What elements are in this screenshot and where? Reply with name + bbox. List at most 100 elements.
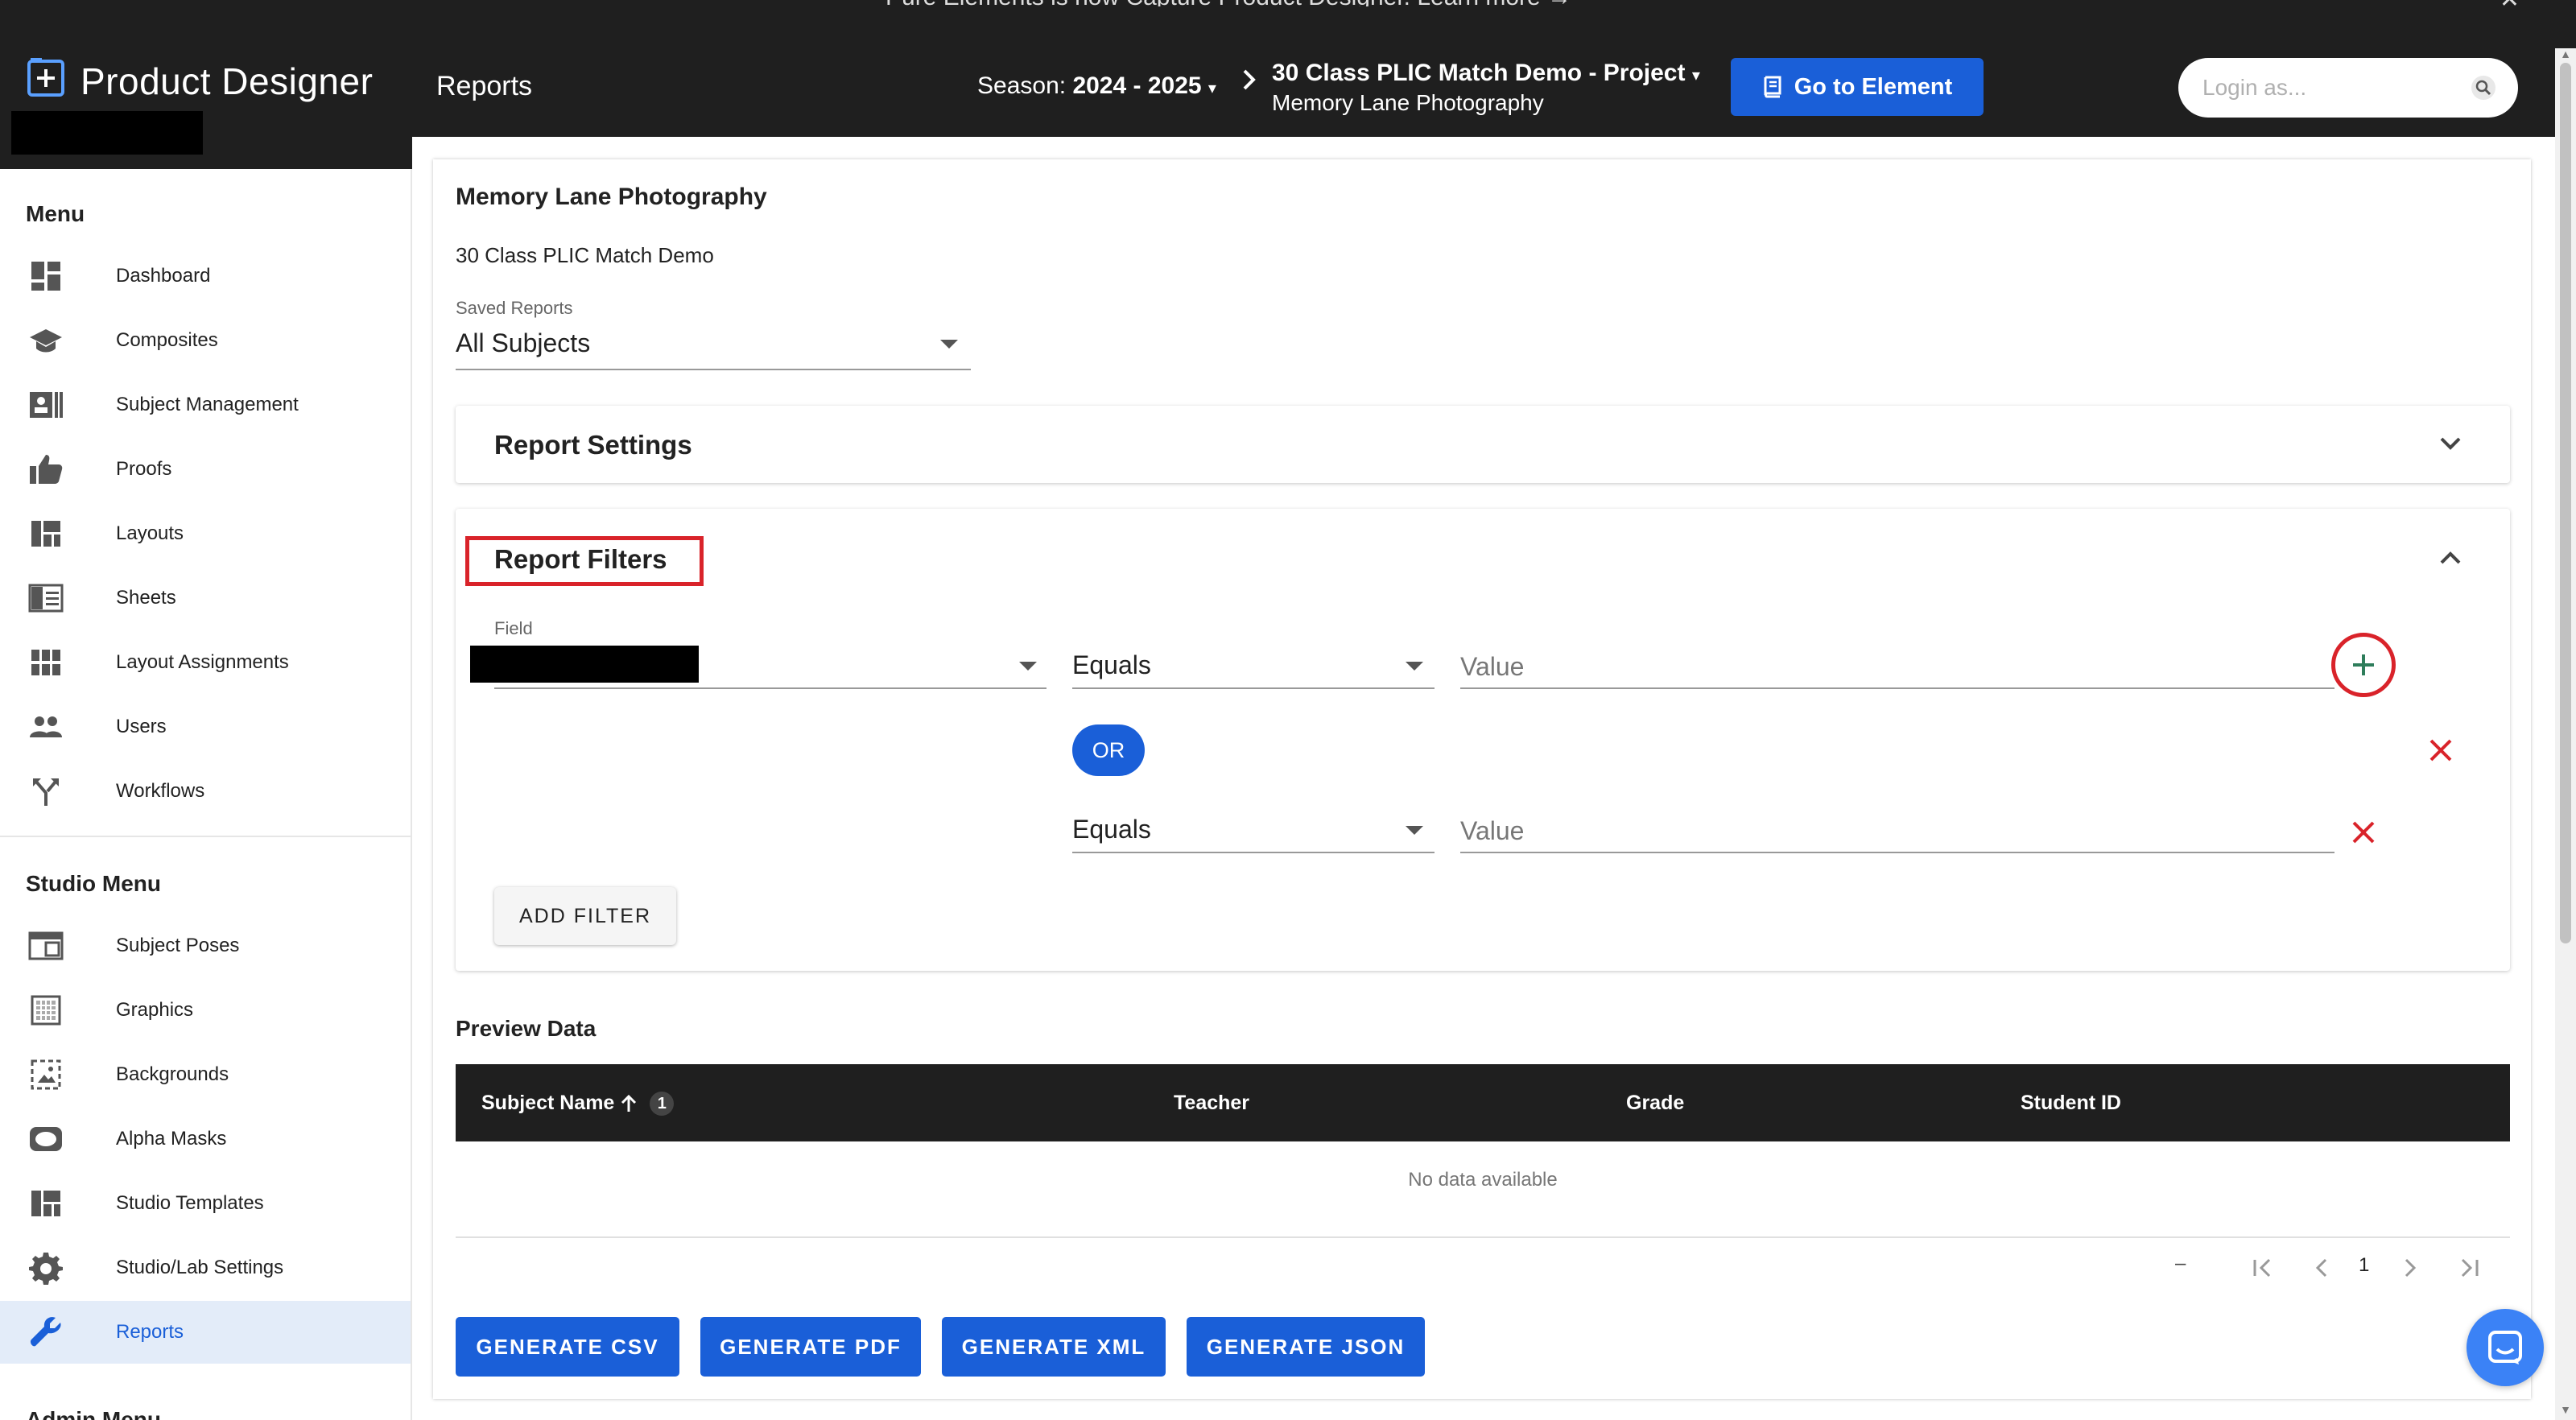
next-page-button[interactable]: [2394, 1254, 2426, 1282]
background-image-icon: [27, 1056, 64, 1093]
pager-range: –: [2175, 1253, 2186, 1274]
sidebar-item-proofs[interactable]: Proofs: [0, 438, 411, 501]
column-header-grade[interactable]: Grade: [1626, 1092, 1684, 1115]
remove-condition-button[interactable]: [2346, 815, 2381, 850]
report-settings-panel[interactable]: Report Settings: [456, 406, 2510, 483]
last-page-icon: [2461, 1258, 2479, 1278]
sidebar-item-label: Layouts: [116, 522, 184, 544]
last-page-button[interactable]: [2452, 1254, 2484, 1282]
sidebar-item-backgrounds[interactable]: Backgrounds: [0, 1043, 411, 1106]
or-chip[interactable]: OR: [1072, 724, 1145, 776]
login-as-field[interactable]: [2178, 58, 2518, 118]
scrollbar-thumb[interactable]: [2560, 63, 2571, 943]
sidebar-item-graphics[interactable]: Graphics: [0, 979, 411, 1042]
sidebar-item-label: Reports: [116, 1321, 184, 1343]
project-selector[interactable]: 30 Class PLIC Match Demo - Project ▾: [1272, 60, 1700, 87]
season-selector[interactable]: Season: 2024 - 2025 ▾: [977, 72, 1216, 100]
dropdown-caret-icon: [1406, 662, 1423, 671]
saved-reports-select[interactable]: All Subjects: [456, 322, 971, 370]
sidebar-item-label: Users: [116, 716, 167, 737]
admin-menu-heading: Admin Menu: [26, 1407, 161, 1420]
dropdown-caret-icon: [940, 340, 958, 349]
value-input[interactable]: [1460, 813, 2248, 848]
arrow-up-icon: [621, 1095, 637, 1112]
pose-frame-icon: [27, 927, 64, 964]
sidebar-item-label: Subject Management: [116, 394, 299, 415]
close-icon: [2429, 739, 2452, 762]
column-header-label: Subject Name: [481, 1092, 615, 1114]
saved-reports-label: Saved Reports: [456, 298, 573, 318]
add-condition-button[interactable]: [2331, 633, 2396, 697]
chevron-down-icon[interactable]: [2439, 436, 2462, 451]
layout-icon: [27, 515, 64, 552]
sidebar-item-reports[interactable]: Reports: [0, 1301, 411, 1364]
generate-csv-button[interactable]: GENERATE CSV: [456, 1317, 679, 1377]
sidebar-item-users[interactable]: Users: [0, 696, 411, 758]
redacted-field-value: [470, 646, 699, 683]
announcement-banner: Pure Elements is now Capture Product Des…: [0, 0, 2576, 13]
sheet-icon: [27, 580, 64, 617]
empty-table-message: No data available: [1408, 1169, 1558, 1191]
generate-xml-button[interactable]: GENERATE XML: [942, 1317, 1166, 1377]
graphics-icon: [27, 992, 64, 1029]
project-subtitle: Memory Lane Photography: [1272, 90, 1544, 115]
saved-reports-value: All Subjects: [456, 328, 591, 357]
project-title: 30 Class PLIC Match Demo - Project: [1272, 60, 1686, 86]
table-header: Subject Name 1 Teacher Grade Student ID: [456, 1064, 2510, 1141]
company-name: Memory Lane Photography: [456, 184, 767, 210]
chat-icon: [2488, 1331, 2522, 1364]
users-icon: [27, 708, 64, 745]
chat-widget-button[interactable]: [2467, 1309, 2544, 1386]
value-input[interactable]: [1460, 649, 2248, 684]
sidebar-item-subject-management[interactable]: Subject Management: [0, 374, 411, 436]
generate-pdf-button[interactable]: GENERATE PDF: [700, 1317, 921, 1377]
sidebar-item-studio-templates[interactable]: Studio Templates: [0, 1172, 411, 1235]
chevron-up-icon[interactable]: [2439, 551, 2462, 565]
sidebar-item-composites[interactable]: Composites: [0, 309, 411, 372]
dropdown-caret-icon: [1019, 662, 1037, 671]
sidebar-item-label: Sheets: [116, 587, 176, 609]
operator-select[interactable]: Equals: [1072, 808, 1435, 853]
search-icon[interactable]: [2470, 74, 2497, 101]
gear-icon: [27, 1249, 64, 1286]
sidebar-item-label: Composites: [116, 329, 218, 351]
sidebar-item-subject-poses[interactable]: Subject Poses: [0, 914, 411, 977]
first-page-icon: [2253, 1258, 2271, 1278]
value-field[interactable]: [1460, 808, 2334, 853]
add-filter-button[interactable]: ADD FILTER: [494, 887, 676, 945]
scroll-up-icon[interactable]: ▲: [2560, 48, 2571, 60]
column-header-subject-name[interactable]: Subject Name 1: [481, 1092, 675, 1117]
top-header: Reports Season: 2024 - 2025 ▾ 30 Class P…: [412, 6, 2576, 137]
sidebar-item-workflows[interactable]: Workflows: [0, 760, 411, 823]
sidebar-item-label: Graphics: [116, 999, 194, 1021]
operator-select[interactable]: Equals: [1072, 644, 1435, 689]
dashboard-icon: [27, 258, 64, 295]
first-page-button[interactable]: [2248, 1254, 2280, 1282]
column-header-teacher[interactable]: Teacher: [1174, 1092, 1249, 1115]
product-designer-logo-icon: [27, 58, 64, 97]
highlight-annotation: [465, 536, 704, 586]
column-header-student-id[interactable]: Student ID: [2021, 1092, 2121, 1115]
go-to-element-button[interactable]: Go to Element: [1731, 58, 1984, 116]
value-field[interactable]: [1460, 644, 2334, 689]
brand-header: Product Designer: [0, 6, 412, 169]
sidebar-item-layouts[interactable]: Layouts: [0, 502, 411, 565]
sidebar-item-sheets[interactable]: Sheets: [0, 567, 411, 630]
sidebar-item-studio-lab-settings[interactable]: Studio/Lab Settings: [0, 1236, 411, 1299]
previous-page-button[interactable]: [2306, 1254, 2338, 1282]
sidebar-item-layout-assignments[interactable]: Layout Assignments: [0, 631, 411, 694]
field-label: Field: [494, 618, 533, 638]
season-label: Season:: [977, 72, 1067, 99]
sidebar-divider: [0, 836, 411, 837]
sidebar-item-alpha-masks[interactable]: Alpha Masks: [0, 1108, 411, 1170]
login-as-input[interactable]: [2202, 68, 2460, 108]
chevron-right-icon: [2405, 1258, 2417, 1278]
scroll-down-icon[interactable]: ▼: [2560, 1404, 2571, 1415]
sidebar-item-label: Dashboard: [116, 265, 211, 287]
page-title: Reports: [436, 71, 533, 101]
sidebar-item-dashboard[interactable]: Dashboard: [0, 245, 411, 308]
sidebar: Product Designer Menu Dashboard Composit…: [0, 6, 412, 1420]
generate-json-button[interactable]: GENERATE JSON: [1187, 1317, 1425, 1377]
remove-filter-group-button[interactable]: [2423, 733, 2458, 768]
brand-name[interactable]: Product Designer: [80, 60, 373, 103]
